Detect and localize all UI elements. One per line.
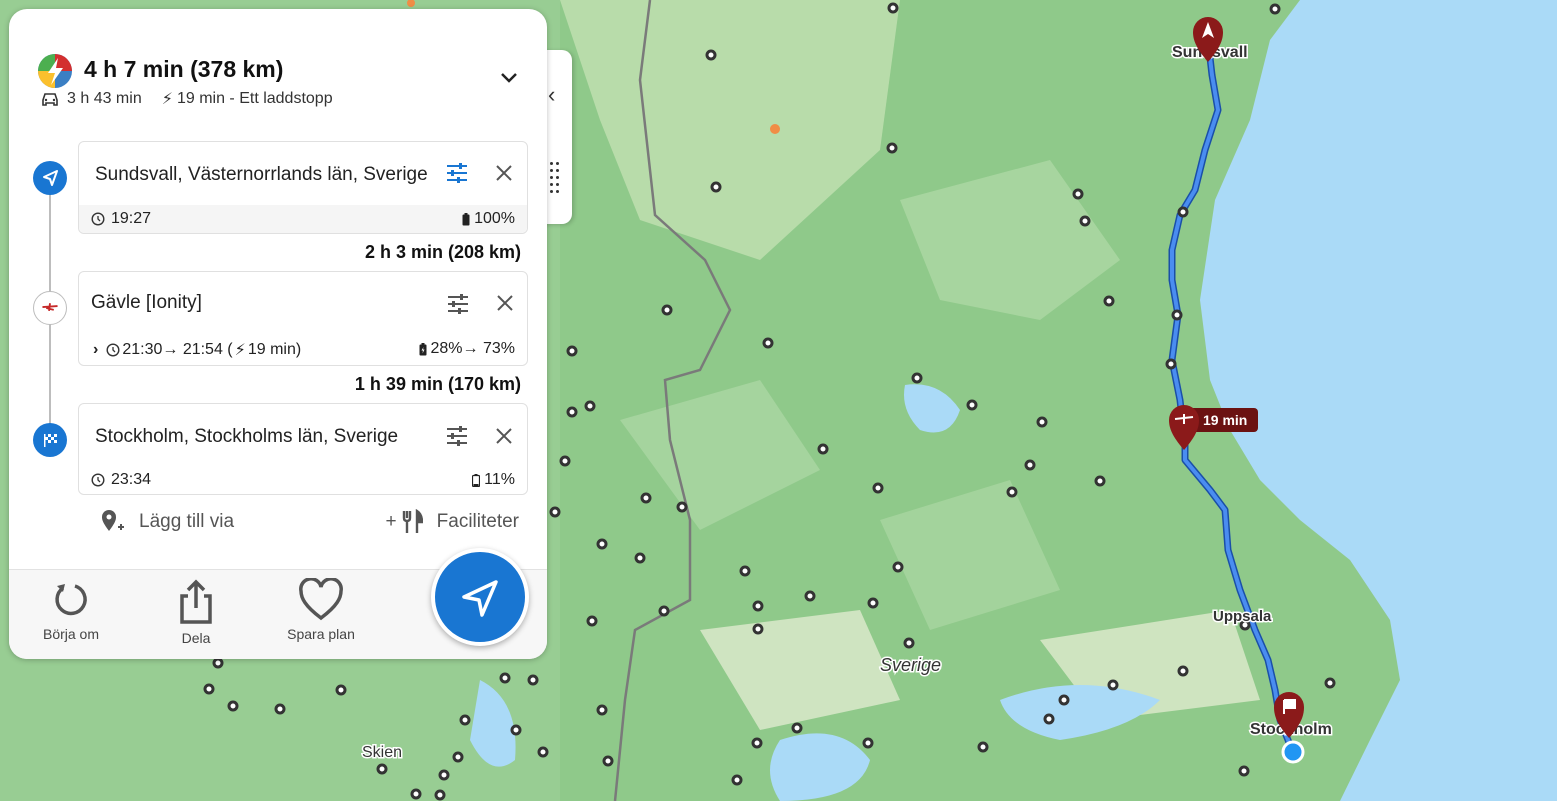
chevron-right-icon[interactable]: › bbox=[93, 341, 98, 359]
share-button[interactable]: Dela bbox=[174, 578, 218, 646]
close-icon[interactable] bbox=[494, 426, 514, 446]
ionity-icon bbox=[42, 303, 58, 311]
leg-duration: 1 h 39 min (170 km) bbox=[354, 374, 521, 394]
start-navigation-button[interactable] bbox=[431, 548, 529, 646]
navigation-arrow-icon bbox=[43, 170, 58, 186]
bolt-icon: ⚡︎ bbox=[161, 91, 173, 108]
amenities-label: Faciliteter bbox=[436, 511, 519, 532]
restart-label: Börja om bbox=[42, 626, 100, 642]
battery-level: 100% bbox=[474, 210, 515, 227]
arrival-time: 23:34 bbox=[111, 471, 152, 488]
battery-icon bbox=[462, 212, 470, 225]
stop-origin[interactable]: Sundsvall, Västernorrlands län, Sverige … bbox=[78, 141, 528, 234]
add-via-label: Lägg till via bbox=[139, 511, 235, 532]
stop-charge[interactable]: Gävle [Ionity] › 21:30→ 21:54 ( ⚡︎ 19 mi… bbox=[78, 271, 528, 366]
chevron-down-icon[interactable] bbox=[499, 67, 519, 87]
clock-icon bbox=[91, 212, 105, 226]
clock-icon bbox=[91, 473, 105, 487]
charge-info[interactable]: › 21:30→ 21:54 ( ⚡︎ 19 min) 28%→ 73% bbox=[79, 335, 527, 365]
charge-duration: 19 min) bbox=[247, 341, 302, 358]
charge-badge-label: 19 min bbox=[1203, 412, 1247, 428]
share-icon bbox=[180, 579, 212, 624]
stop-name[interactable]: Stockholm, Stockholms län, Sverige bbox=[95, 426, 435, 448]
tune-icon[interactable] bbox=[445, 162, 469, 184]
finish-flag-icon bbox=[44, 434, 57, 447]
heart-icon bbox=[299, 578, 343, 621]
app-logo-icon bbox=[38, 54, 72, 88]
timeline-charge-stop bbox=[33, 291, 67, 325]
map-label-sverige: Sverige bbox=[880, 655, 941, 675]
save-plan-label: Spara plan bbox=[287, 626, 355, 642]
add-via-button[interactable]: Lägg till via bbox=[99, 509, 234, 535]
timeline-destination bbox=[33, 423, 67, 457]
stop-info: 23:34 11% bbox=[79, 466, 527, 494]
stop-name[interactable]: Sundsvall, Västernorrlands län, Sverige bbox=[95, 164, 435, 186]
stop-info: 19:27 100% bbox=[79, 205, 527, 233]
clock-icon bbox=[106, 343, 120, 357]
route-summary: 4 h 7 min (378 km) 3 h 43 min ⚡︎ 19 min … bbox=[9, 9, 547, 129]
route-total: 4 h 7 min (378 km) bbox=[84, 56, 284, 82]
departure-time: 19:27 bbox=[111, 210, 152, 227]
map-label-uppsala: Uppsala bbox=[1213, 608, 1272, 625]
battery-range: 28%→ 73% bbox=[430, 340, 516, 357]
restart-button[interactable]: Börja om bbox=[39, 578, 103, 642]
amenities-button[interactable]: + Faciliteter bbox=[386, 509, 519, 535]
charge-summary: 19 min - Ett laddstopp bbox=[176, 90, 333, 107]
bolt-icon: ⚡︎ bbox=[234, 342, 246, 359]
share-label: Dela bbox=[181, 630, 211, 646]
current-location-dot bbox=[1281, 740, 1305, 764]
battery-level: 11% bbox=[484, 471, 515, 488]
drag-handle-icon[interactable] bbox=[550, 162, 560, 196]
stop-destination[interactable]: Stockholm, Stockholms län, Sverige 23:34 bbox=[78, 403, 528, 495]
restart-icon bbox=[55, 584, 87, 616]
close-icon[interactable] bbox=[495, 293, 515, 313]
battery-low-icon bbox=[472, 473, 481, 487]
tune-icon[interactable] bbox=[446, 293, 470, 315]
save-plan-button[interactable]: Spara plan bbox=[279, 578, 363, 642]
stop-name[interactable]: Gävle [Ionity] bbox=[91, 292, 431, 314]
chevron-left-icon[interactable]: ‹ bbox=[548, 82, 555, 108]
add-row: Lägg till via + Faciliteter bbox=[99, 509, 519, 535]
route-breakdown: 3 h 43 min ⚡︎ 19 min - Ett laddstopp bbox=[41, 89, 333, 109]
tune-icon[interactable] bbox=[445, 425, 469, 447]
charge-times: 21:30→ 21:54 ( bbox=[122, 341, 233, 358]
restaurant-icon bbox=[402, 509, 423, 533]
drive-time: 3 h 43 min bbox=[67, 90, 142, 107]
leg-duration: 2 h 3 min (208 km) bbox=[364, 242, 521, 262]
close-icon[interactable] bbox=[494, 163, 514, 183]
timeline-start bbox=[33, 161, 67, 195]
navigation-arrow-icon bbox=[462, 580, 498, 617]
battery-charging-icon bbox=[419, 342, 426, 355]
map-label-skien: Skien bbox=[362, 744, 402, 761]
add-location-icon bbox=[102, 510, 124, 531]
plus-icon: + bbox=[385, 511, 397, 532]
car-icon bbox=[42, 93, 58, 106]
